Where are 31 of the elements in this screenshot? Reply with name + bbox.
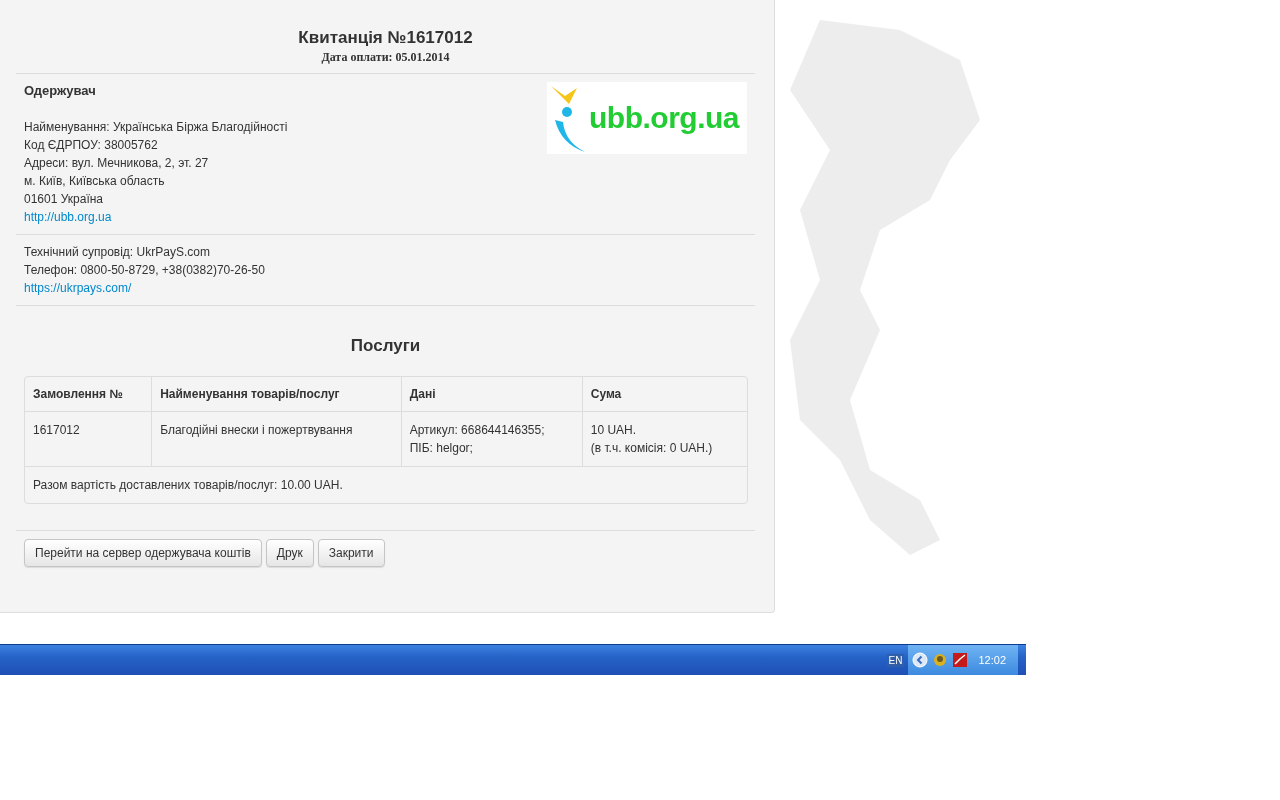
recipient-detail: Найменування: Українська Біржа Благодійності xyxy=(24,119,288,136)
recipient-detail: Адреси: вул. Мечникова, 2, эт. 27 xyxy=(24,155,210,172)
action-button[interactable]: Перейти на сервер одержувача коштів xyxy=(24,539,262,567)
column-header: Сума xyxy=(581,377,747,411)
logo-text: ubb.org.ua xyxy=(589,101,739,135)
column-header: Дані xyxy=(400,377,582,411)
total-cell: Разом вартість доставлених товарів/послуг: 10.00 UAH. xyxy=(25,466,747,503)
language-indicator[interactable]: EN xyxy=(886,653,905,667)
payment-date: Дата оплати: 05.01.2014 xyxy=(321,49,450,65)
table-cell: Благодійні внески і пожертвування xyxy=(151,411,401,466)
tray-app-icon[interactable] xyxy=(952,652,969,668)
services-heading: Послуги xyxy=(349,336,422,356)
table-cell: 10 UAH. (в т.ч. комісія: 0 UAH.) xyxy=(581,411,747,466)
column-header: Замовлення № xyxy=(32,386,124,403)
chevron-icon[interactable] xyxy=(912,652,929,668)
receipt-title: Квитанція №1617012 xyxy=(298,27,473,49)
action-button[interactable]: Друк xyxy=(265,539,314,567)
clock: 12:02 xyxy=(978,654,1006,666)
table-cell: 1617012 xyxy=(25,411,152,466)
recipient-detail: м. Київ, Київська область xyxy=(24,173,166,190)
action-button[interactable]: Закрити xyxy=(317,539,385,567)
table-cell: Артикул: 668644146355; ПІБ: helgor; xyxy=(400,411,582,466)
recipient-link[interactable]: http://ubb.org.ua xyxy=(24,208,112,226)
support-link[interactable]: https://ukrpays.com/ xyxy=(24,279,132,297)
recipient-detail: 01601 Україна xyxy=(24,191,105,208)
support-detail: Технічний супровід: UkrPayS.com xyxy=(24,244,211,261)
support-detail: Телефон: 0800-50-8729, +38(0382)70-26-50 xyxy=(24,262,265,279)
recipient-heading: Одержувач xyxy=(24,82,97,100)
recipient-detail: Код ЄДРПОУ: 38005762 xyxy=(24,137,159,154)
column-header: Найменування товарів/послуг xyxy=(151,377,401,411)
tray-app-icon[interactable] xyxy=(932,652,949,668)
